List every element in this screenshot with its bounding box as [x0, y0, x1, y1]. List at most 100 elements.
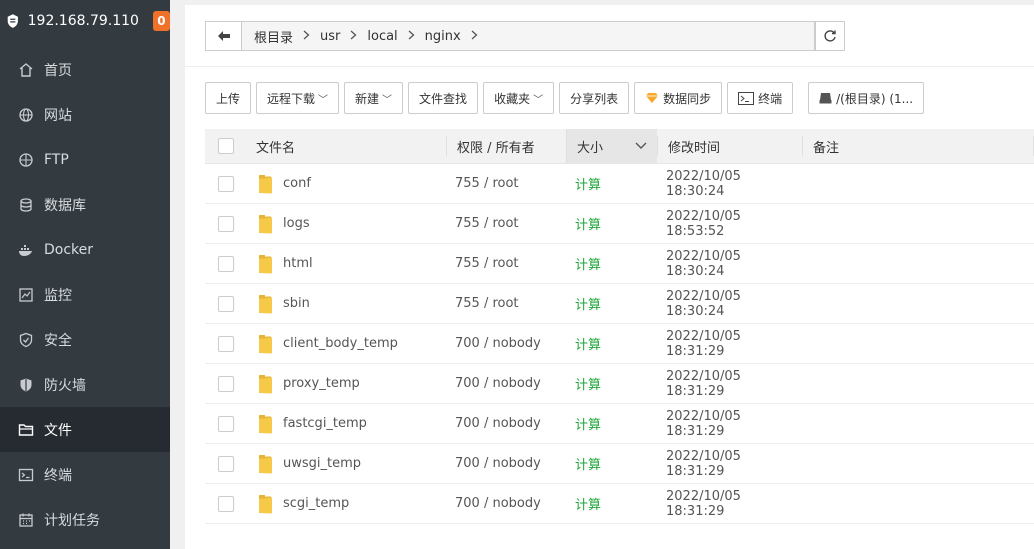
file-name[interactable]: client_body_temp	[283, 336, 398, 351]
table-row[interactable]: html 755 / root 计算 2022/10/05 18:30:24	[205, 244, 1034, 284]
file-permission[interactable]: 700 / nobody	[446, 456, 566, 471]
terminal-button[interactable]: 终端	[727, 82, 794, 114]
notification-badge[interactable]: 0	[152, 11, 170, 31]
folder-icon	[256, 293, 274, 315]
calendar-icon	[18, 512, 34, 528]
file-modified-time: 2022/10/05 18:31:29	[666, 328, 741, 359]
breadcrumb-item[interactable]: local	[361, 29, 418, 44]
file-name[interactable]: scgi_temp	[283, 496, 349, 511]
row-checkbox[interactable]	[218, 335, 234, 352]
sidebar-item-label: 文件	[44, 422, 72, 439]
sidebar-item-folder[interactable]: 文件	[0, 407, 170, 452]
file-permission[interactable]: 700 / nobody	[446, 336, 566, 351]
row-checkbox[interactable]	[218, 455, 234, 472]
row-checkbox[interactable]	[218, 495, 234, 512]
server-header[interactable]: 192.168.79.110 0	[0, 0, 170, 42]
select-all-checkbox[interactable]	[218, 138, 234, 154]
calculate-size-link[interactable]: 计算	[575, 378, 601, 393]
firewall-icon	[18, 377, 34, 393]
data-sync-button[interactable]: 数据同步	[634, 82, 723, 114]
folder-icon	[256, 453, 274, 475]
sidebar-item-calendar[interactable]: 计划任务	[0, 497, 170, 542]
favorites-button[interactable]: 收藏夹 ﹀	[483, 82, 555, 114]
row-checkbox[interactable]	[218, 255, 234, 272]
table-row[interactable]: conf 755 / root 计算 2022/10/05 18:30:24	[205, 164, 1034, 204]
sidebar-item-label: Docker	[44, 241, 94, 258]
sidebar-item-ftp[interactable]: FTP	[0, 137, 170, 182]
table-row[interactable]: client_body_temp 700 / nobody 计算 2022/10/05…	[205, 324, 1034, 364]
sidebar-item-label: FTP	[44, 151, 69, 168]
calculate-size-link[interactable]: 计算	[575, 338, 601, 353]
row-checkbox[interactable]	[218, 175, 234, 192]
sidebar-item-label: 防火墙	[44, 377, 86, 394]
file-permission[interactable]: 755 / root	[446, 256, 566, 271]
table-row[interactable]: proxy_temp 700 / nobody 计算 2022/10/05 18:31…	[205, 364, 1034, 404]
file-permission[interactable]: 700 / nobody	[446, 416, 566, 431]
table-body: conf 755 / root 计算 2022/10/05 18:30:24 logs 7…	[205, 164, 1034, 524]
file-permission[interactable]: 755 / root	[446, 216, 566, 231]
sidebar-item-home[interactable]: 首页	[0, 47, 170, 92]
row-checkbox[interactable]	[218, 215, 234, 232]
file-name[interactable]: html	[283, 256, 313, 271]
refresh-icon	[824, 30, 836, 42]
file-name[interactable]: proxy_temp	[283, 376, 360, 391]
file-permission[interactable]: 700 / nobody	[446, 496, 566, 511]
sidebar-item-terminal[interactable]: 终端	[0, 452, 170, 497]
back-button[interactable]	[205, 21, 241, 51]
header-name[interactable]: 文件名	[247, 137, 446, 156]
table-row[interactable]: sbin 755 / root 计算 2022/10/05 18:30:24	[205, 284, 1034, 324]
calculate-size-link[interactable]: 计算	[575, 218, 601, 233]
row-checkbox[interactable]	[218, 375, 234, 392]
calculate-size-link[interactable]: 计算	[575, 298, 601, 313]
folder-icon	[18, 422, 34, 438]
calculate-size-link[interactable]: 计算	[575, 458, 601, 473]
disk-icon	[819, 92, 832, 104]
file-permission[interactable]: 755 / root	[446, 296, 566, 311]
refresh-button[interactable]	[815, 21, 845, 51]
file-modified-time: 2022/10/05 18:31:29	[666, 488, 741, 519]
chevron-down-icon: ﹀	[318, 94, 329, 106]
toolbar: 上传 远程下载 ﹀ 新建 ﹀ 文件查找 收藏夹 ﹀ 分享列表 数据同步 终端 /(根目…	[205, 82, 929, 114]
header-time[interactable]: 修改时间	[657, 136, 802, 156]
sidebar-item-label: 数据库	[44, 197, 86, 214]
sidebar-item-globe[interactable]: 网站	[0, 92, 170, 137]
sidebar-item-monitor[interactable]: 监控	[0, 272, 170, 317]
calculate-size-link[interactable]: 计算	[575, 418, 601, 433]
disk-button[interactable]: /(根目录) (1...	[808, 82, 925, 114]
breadcrumb-item[interactable]: 根目录	[248, 27, 314, 46]
header-perm[interactable]: 权限 / 所有者	[446, 136, 566, 156]
file-permission[interactable]: 755 / root	[446, 176, 566, 191]
sidebar-item-shield[interactable]: 安全	[0, 317, 170, 362]
calculate-size-link[interactable]: 计算	[575, 258, 601, 273]
sidebar-item-docker[interactable]: Docker	[0, 227, 170, 272]
table-row[interactable]: fastcgi_temp 700 / nobody 计算 2022/10/05 18:…	[205, 404, 1034, 444]
chevron-right-icon	[467, 29, 482, 43]
file-name[interactable]: logs	[283, 216, 310, 231]
file-modified-time: 2022/10/05 18:30:24	[666, 288, 741, 319]
row-checkbox[interactable]	[218, 415, 234, 432]
row-checkbox[interactable]	[218, 295, 234, 312]
sidebar-item-firewall[interactable]: 防火墙	[0, 362, 170, 407]
calculate-size-link[interactable]: 计算	[575, 178, 601, 193]
sidebar-item-database[interactable]: 数据库	[0, 182, 170, 227]
file-name[interactable]: conf	[283, 176, 311, 191]
remote-download-button[interactable]: 远程下载 ﹀	[256, 82, 340, 114]
header-size[interactable]: 大小	[566, 128, 657, 164]
chevron-right-icon	[299, 29, 314, 43]
breadcrumb-item[interactable]: nginx	[419, 29, 482, 44]
file-name[interactable]: fastcgi_temp	[283, 416, 367, 431]
breadcrumb-item[interactable]: usr	[314, 29, 361, 44]
new-button[interactable]: 新建 ﹀	[344, 82, 404, 114]
calculate-size-link[interactable]: 计算	[575, 498, 601, 513]
file-name[interactable]: uwsgi_temp	[283, 456, 361, 471]
share-list-button[interactable]: 分享列表	[559, 82, 630, 114]
file-name[interactable]: sbin	[283, 296, 310, 311]
divider	[185, 66, 1034, 67]
upload-button[interactable]: 上传	[205, 82, 252, 114]
table-row[interactable]: uwsgi_temp 700 / nobody 计算 2022/10/05 18:31…	[205, 444, 1034, 484]
file-modified-time: 2022/10/05 18:31:29	[666, 368, 741, 399]
table-row[interactable]: logs 755 / root 计算 2022/10/05 18:53:52	[205, 204, 1034, 244]
table-row[interactable]: scgi_temp 700 / nobody 计算 2022/10/05 18:31:…	[205, 484, 1034, 524]
file-permission[interactable]: 700 / nobody	[446, 376, 566, 391]
find-file-button[interactable]: 文件查找	[408, 82, 479, 114]
